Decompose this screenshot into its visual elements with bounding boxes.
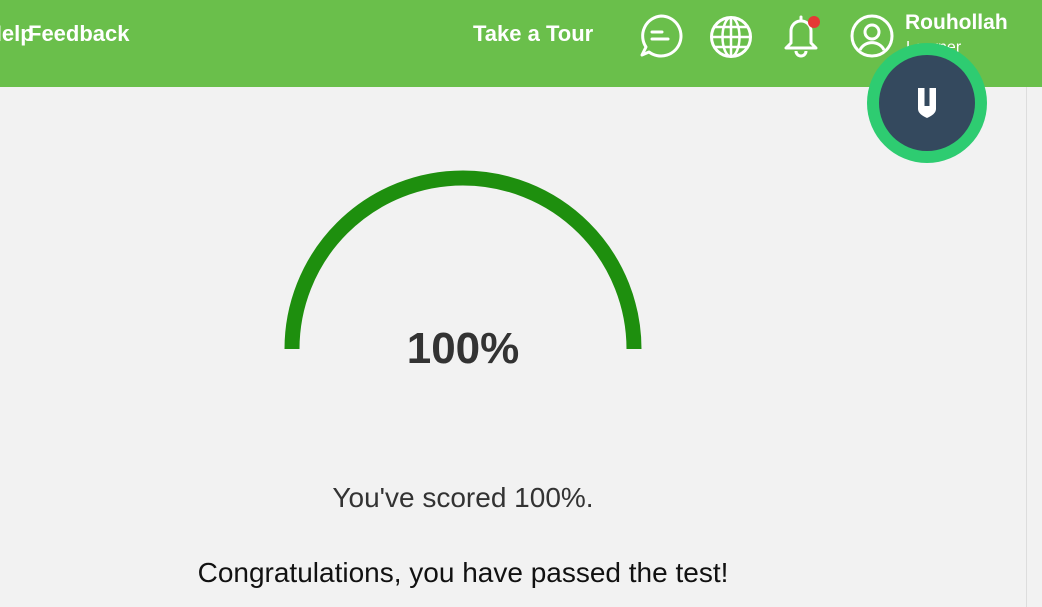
feedback-link[interactable]: Feedback (28, 21, 130, 47)
score-message: You've scored 100%. (332, 482, 594, 513)
bell-icon[interactable] (780, 13, 826, 59)
notification-dot (808, 16, 820, 28)
chat-bubble-icon[interactable] (638, 13, 684, 59)
score-percentage: 100% (406, 324, 520, 373)
take-a-tour-link[interactable]: Take a Tour (473, 21, 593, 47)
congratulations-message: Congratulations, you have passed the tes… (197, 557, 729, 588)
shield-badge[interactable] (867, 43, 987, 163)
user-name[interactable]: Rouhollah (905, 11, 1008, 35)
globe-icon[interactable] (709, 15, 753, 59)
scrollbar-track (1026, 87, 1027, 607)
